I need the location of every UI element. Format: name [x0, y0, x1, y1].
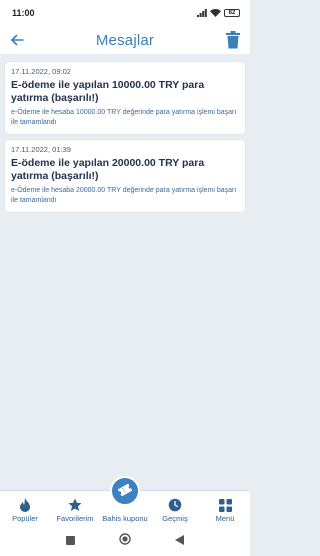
flame-icon [20, 498, 30, 512]
triangle-back-icon [175, 535, 184, 545]
ticket-icon [117, 484, 133, 496]
nav-favorites-label: Favorilerim [56, 514, 94, 523]
nav-menu-label: Menü [215, 514, 235, 523]
message-card[interactable]: 17.11.2022, 09:02 E-ödeme ile yapılan 10… [5, 62, 245, 134]
clock-icon [168, 498, 182, 512]
nav-popular-label: Popüler [12, 514, 38, 523]
message-title: E-ödeme ile yapılan 10000.00 TRY para ya… [11, 79, 205, 104]
betslip-button[interactable] [110, 476, 140, 506]
nav-betslip[interactable]: Bahis kuponu [100, 476, 150, 523]
page-title: Mesajlar [95, 31, 155, 49]
star-icon [68, 498, 82, 511]
wifi-icon [210, 9, 221, 17]
system-nav-bar [0, 526, 250, 556]
back-arrow-icon [11, 34, 24, 46]
home-button[interactable] [119, 532, 131, 550]
message-date: 17.11.2022, 09:02 [11, 67, 71, 76]
nav-history[interactable]: Geçmiş [150, 498, 200, 523]
message-date: 17.11.2022, 01:39 [11, 145, 71, 154]
nav-favorites[interactable]: Favorilerim [50, 498, 100, 523]
nav-history-label: Geçmiş [162, 514, 188, 523]
grid-icon [218, 499, 232, 512]
status-time: 11:00 [12, 8, 35, 18]
app-header: Mesajlar [0, 26, 250, 54]
trash-icon [226, 31, 240, 49]
message-list: 17.11.2022, 09:02 E-ödeme ile yapılan 10… [5, 62, 245, 218]
message-body: e-Ödeme ile hesaba 10000.00 TRY değerind… [11, 109, 237, 126]
battery-icon: 82 [224, 9, 240, 17]
bottom-nav: Popüler Favorilerim Bahis kuponu Geçmiş [0, 476, 250, 526]
status-bar: 11:00 82 [0, 0, 250, 26]
delete-all-button[interactable] [226, 31, 240, 49]
square-icon [66, 536, 75, 545]
message-body: e-Ödeme ile hesaba 20000.00 TRY değerind… [11, 187, 237, 204]
status-icons: 82 [197, 9, 240, 17]
recents-button[interactable] [66, 532, 75, 550]
message-title: E-ödeme ile yapılan 20000.00 TRY para ya… [11, 157, 205, 182]
back-button[interactable] [9, 32, 25, 48]
message-card[interactable]: 17.11.2022, 01:39 E-ödeme ile yapılan 20… [5, 140, 245, 212]
back-system-button[interactable] [175, 532, 184, 550]
nav-betslip-label: Bahis kuponu [102, 514, 148, 523]
nav-popular[interactable]: Popüler [0, 498, 50, 523]
signal-icon [197, 9, 207, 17]
circle-icon [119, 533, 131, 545]
nav-menu[interactable]: Menü [200, 499, 250, 523]
